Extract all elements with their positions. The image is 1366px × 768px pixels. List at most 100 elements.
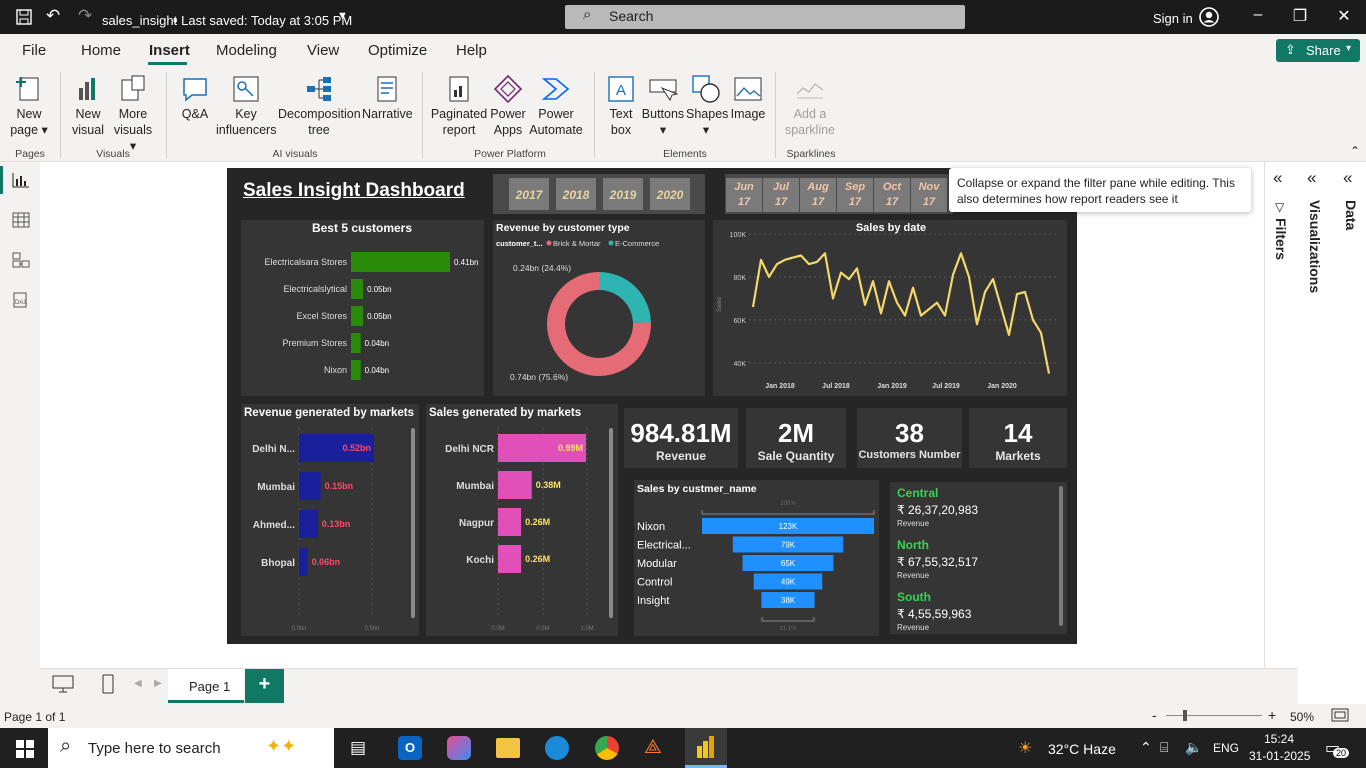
mobile-layout-icon[interactable] bbox=[102, 674, 114, 699]
chevron-down-icon[interactable]: ▼ bbox=[337, 10, 348, 22]
redo-icon[interactable]: ↷ bbox=[78, 6, 92, 26]
month-jun-button[interactable]: Jun 17 bbox=[726, 178, 762, 212]
new-page-button[interactable]: New page ▾ bbox=[6, 74, 52, 138]
expand-filters-icon[interactable]: « bbox=[1273, 168, 1282, 188]
sign-in-link[interactable]: Sign in bbox=[1153, 11, 1193, 26]
save-icon[interactable] bbox=[16, 9, 32, 28]
tray-chevron-up-icon[interactable]: ⌃ bbox=[1140, 739, 1152, 756]
menu-optimize[interactable]: Optimize bbox=[368, 42, 427, 59]
data-pane-label[interactable]: Data bbox=[1343, 200, 1359, 230]
menu-file[interactable]: File bbox=[22, 42, 46, 59]
month-aug-button[interactable]: Aug 17 bbox=[800, 178, 836, 212]
anaconda-icon[interactable]: ⟁ bbox=[644, 736, 662, 759]
group-ai-visuals: AI visuals bbox=[272, 148, 318, 160]
taskbar-search-box[interactable]: ⌕ Type here to search ✦✦ bbox=[48, 728, 334, 768]
narrative-button[interactable]: Narrative bbox=[362, 74, 413, 122]
add-page-button[interactable]: + bbox=[245, 669, 284, 703]
kpi-markets[interactable]: 14 Markets bbox=[969, 408, 1067, 468]
revenue-markets-panel[interactable]: Revenue generated by markets Delhi N... 0.… bbox=[241, 404, 419, 636]
weather-text[interactable]: 32°C Haze bbox=[1048, 741, 1116, 757]
collapse-ribbon-icon[interactable]: ⌃ bbox=[1350, 144, 1360, 158]
scrollbar[interactable] bbox=[1059, 486, 1063, 626]
outlook-icon[interactable]: O bbox=[398, 736, 422, 760]
sales-by-date-panel[interactable]: Sales by date 100K 80K 60K 40K Sales Jan 2018 J… bbox=[713, 220, 1067, 396]
key-influencers-button[interactable]: Key influencers bbox=[216, 74, 276, 138]
expand-visualizations-icon[interactable]: « bbox=[1307, 168, 1316, 188]
year-2020-button[interactable]: 2020 bbox=[650, 178, 690, 210]
clock-date[interactable]: 31-01-2025 bbox=[1249, 749, 1310, 763]
power-apps-button[interactable]: Power Apps bbox=[489, 74, 527, 138]
close-icon[interactable]: ✕ bbox=[1334, 6, 1354, 26]
kpi-customers-number[interactable]: 38 Customers Number bbox=[857, 408, 962, 468]
edge-icon[interactable] bbox=[545, 736, 569, 760]
month-sep-button[interactable]: Sep 17 bbox=[837, 178, 873, 212]
x-tick-label: Jan 2020 bbox=[987, 383, 1017, 390]
dax-query-view-icon[interactable]: DAX bbox=[12, 292, 30, 313]
month-jul-button[interactable]: Jul 17 bbox=[763, 178, 799, 212]
best-customers-panel[interactable]: Best 5 customers Electricalsara Stores 0.4… bbox=[241, 220, 484, 396]
text-box-button[interactable]: A Text box bbox=[602, 74, 640, 138]
more-visuals-button[interactable]: More visuals ▾ bbox=[110, 74, 156, 154]
zoom-out-button[interactable]: - bbox=[1152, 707, 1157, 723]
kpi-revenue[interactable]: 984.81M Revenue bbox=[624, 408, 738, 468]
zoom-slider-thumb[interactable] bbox=[1183, 710, 1187, 721]
year-2017-button[interactable]: 2017 bbox=[509, 178, 549, 210]
zoom-in-button[interactable]: + bbox=[1268, 707, 1276, 723]
windows-start-icon[interactable] bbox=[16, 740, 34, 763]
clock-time[interactable]: 15:24 bbox=[1264, 732, 1294, 746]
region-card-panel[interactable]: Central ₹ 26,37,20,983 Revenue North ₹ 6… bbox=[890, 482, 1067, 634]
menu-modeling[interactable]: Modeling bbox=[216, 42, 277, 59]
report-view-icon[interactable] bbox=[12, 172, 30, 193]
language-indicator[interactable]: ENG bbox=[1213, 741, 1239, 755]
table-view-icon[interactable] bbox=[12, 212, 30, 233]
customer-type-panel[interactable]: Revenue by customer type customer_t... Bri… bbox=[493, 220, 705, 396]
model-view-icon[interactable] bbox=[12, 252, 30, 273]
expand-data-icon[interactable]: « bbox=[1343, 168, 1352, 188]
previous-page-icon[interactable]: ◀ bbox=[134, 678, 142, 689]
decomposition-tree-button[interactable]: Decomposition tree bbox=[278, 74, 361, 138]
kpi-sale-quantity[interactable]: 2M Sale Quantity bbox=[746, 408, 846, 468]
paginated-report-button[interactable]: Paginated report bbox=[430, 74, 488, 138]
image-button[interactable]: Image bbox=[728, 74, 768, 122]
menu-home[interactable]: Home bbox=[81, 42, 121, 59]
volume-icon[interactable]: 🔈 bbox=[1185, 739, 1202, 756]
filters-pane-label[interactable]: Filters bbox=[1273, 218, 1289, 260]
share-button[interactable]: ⇪ Share ▾ bbox=[1276, 39, 1360, 62]
power-automate-button[interactable]: Power Automate bbox=[528, 74, 584, 138]
qa-button[interactable]: Q&A bbox=[176, 74, 214, 122]
page-1-tab[interactable]: Page 1 bbox=[168, 669, 244, 703]
minimize-icon[interactable]: – bbox=[1248, 6, 1268, 26]
desktop-layout-icon[interactable] bbox=[52, 675, 74, 698]
year-2019-button[interactable]: 2019 bbox=[603, 178, 643, 210]
zoom-slider[interactable] bbox=[1166, 715, 1262, 716]
account-icon[interactable] bbox=[1199, 7, 1219, 30]
chrome-icon[interactable] bbox=[595, 736, 619, 760]
month-oct-button[interactable]: Oct 17 bbox=[874, 178, 910, 212]
powerbi-taskbar-button[interactable] bbox=[685, 728, 727, 768]
fit-to-page-icon[interactable] bbox=[1331, 708, 1349, 725]
region-name: Central bbox=[897, 486, 939, 500]
data-label: 0.15bn bbox=[325, 481, 354, 491]
shapes-button[interactable]: Shapes ▾ bbox=[686, 74, 728, 138]
network-icon[interactable]: ⌸ bbox=[1160, 739, 1168, 756]
paginated-report-icon bbox=[444, 74, 474, 104]
sales-by-customer-panel[interactable]: Sales by custmer_name 100% Nixon 123K Electr… bbox=[634, 480, 879, 636]
menu-view[interactable]: View bbox=[307, 42, 339, 59]
undo-icon[interactable]: ↶ bbox=[46, 6, 60, 26]
year-2018-button[interactable]: 2018 bbox=[556, 178, 596, 210]
file-explorer-icon[interactable] bbox=[496, 738, 520, 758]
task-view-icon[interactable]: ▤ bbox=[350, 738, 366, 758]
visualizations-pane-label[interactable]: Visualizations bbox=[1307, 200, 1323, 293]
menu-insert[interactable]: Insert bbox=[149, 42, 190, 59]
maximize-icon[interactable]: ❐ bbox=[1290, 6, 1310, 26]
next-page-icon[interactable]: ▶ bbox=[154, 678, 162, 689]
add-sparkline-button[interactable]: Add a sparkline bbox=[782, 74, 838, 138]
sales-markets-panel[interactable]: Sales generated by markets Delhi NCR 0.99M… bbox=[426, 404, 618, 636]
search-input[interactable]: ⌕ Search bbox=[565, 5, 965, 29]
month-nov-button[interactable]: Nov 17 bbox=[911, 178, 947, 212]
x-tick-label: Jan 2018 bbox=[765, 383, 795, 390]
copilot-icon[interactable] bbox=[447, 736, 471, 760]
new-visual-button[interactable]: New visual bbox=[68, 74, 108, 138]
buttons-button[interactable]: Buttons ▾ bbox=[641, 74, 685, 138]
menu-help[interactable]: Help bbox=[456, 42, 487, 59]
